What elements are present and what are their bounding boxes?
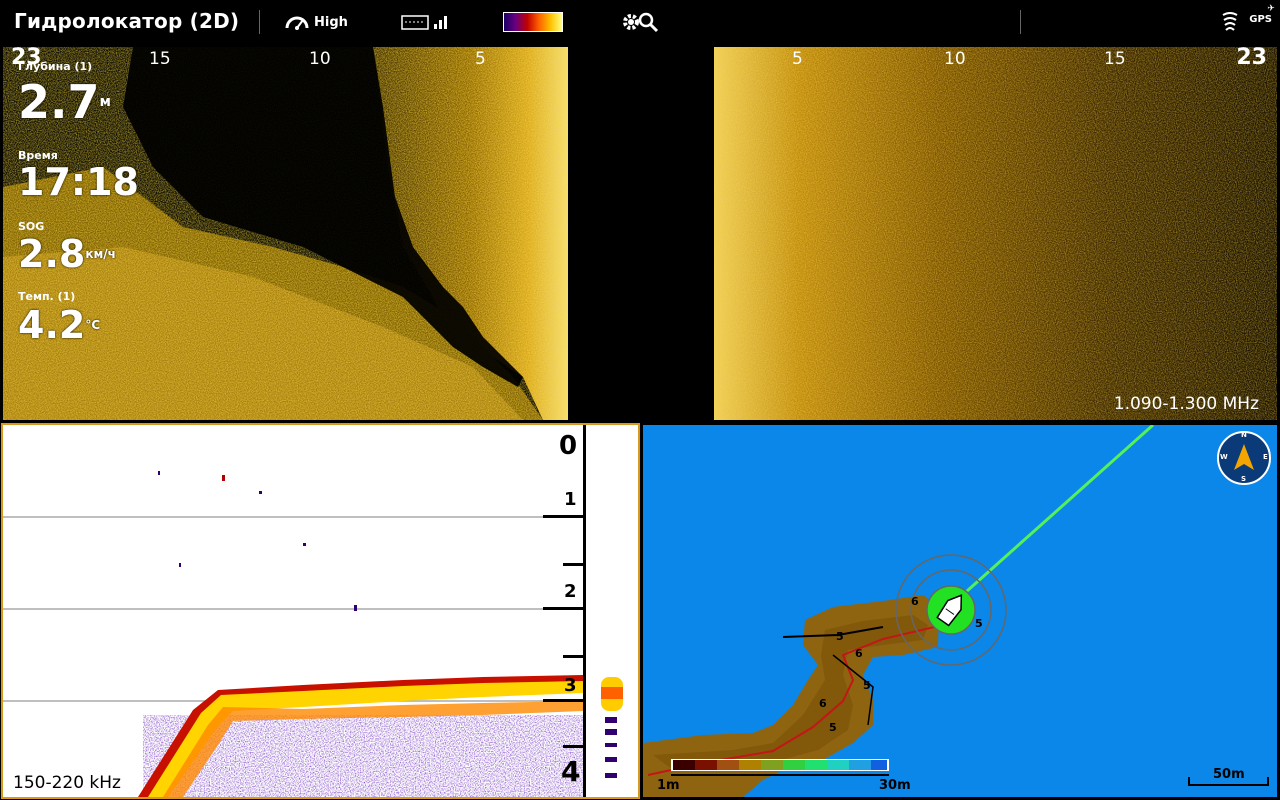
divider — [1020, 10, 1021, 34]
depth-scale-max-label: 30m — [879, 778, 911, 793]
depth-scale-label: 3 — [564, 675, 577, 696]
side-imaging-right-image — [642, 47, 1277, 420]
sonar-status-button[interactable] — [1220, 10, 1240, 34]
display-mode-button[interactable] — [400, 10, 448, 34]
contour-label: 5 — [829, 721, 837, 734]
compass-east-label: E — [1263, 453, 1268, 461]
depth-scale-label: 0 — [559, 431, 578, 461]
contour-label: 5 — [975, 617, 983, 630]
depth-tick — [543, 699, 583, 702]
range-tick-label: 10 — [309, 49, 331, 69]
satellite-icon: ✈ — [1267, 4, 1275, 14]
range-max-label: 23 — [1236, 47, 1267, 70]
map-image — [643, 425, 1277, 797]
depth-scale-label: 4 — [561, 755, 581, 788]
scale-bar-label: 50m — [1213, 767, 1245, 782]
chart-map-view[interactable]: N E S W 5 6 5 6 5 6 5 1m 30m 50m — [643, 425, 1277, 797]
compass-south-label: S — [1241, 475, 1247, 483]
gps-status[interactable]: ✈ GPS — [1249, 4, 1275, 25]
temp-value: 4.2°C — [18, 303, 101, 347]
depth-scale-label: 2 — [564, 581, 577, 602]
palette-button[interactable] — [503, 10, 563, 34]
sensitivity-label: High — [314, 14, 348, 30]
contour-label: 5 — [863, 679, 871, 692]
depth-value: 2.7м — [18, 75, 111, 129]
time-value: 17:18 — [18, 160, 139, 204]
depth-scale-label: 1 — [564, 489, 577, 510]
side-imaging-left-view[interactable]: 23 15 10 5 Глубина (1) 2.7м Время 17:18 … — [3, 47, 638, 420]
sonar-transducer-icon — [1222, 12, 1238, 31]
range-tick-label: 5 — [475, 49, 486, 69]
range-tick-label: 15 — [1104, 49, 1126, 69]
search-settings-button[interactable] — [620, 10, 662, 34]
contour-label: 6 — [911, 595, 919, 608]
compass-west-label: W — [1220, 453, 1228, 461]
depth-scale-min-label: 1m — [657, 778, 680, 793]
depth-label: Глубина (1) — [18, 60, 93, 73]
depth-tick — [543, 515, 583, 518]
sonar-2d-view[interactable]: 0 1 2 3 4 150-220 kHz — [1, 423, 640, 799]
sonar-2d-image — [3, 425, 638, 797]
contour-label: 6 — [855, 647, 863, 660]
sonar-view-icon — [401, 15, 447, 30]
range-tick-label: 5 — [792, 49, 803, 69]
contour-label: 5 — [836, 630, 844, 643]
frequency-label: 1.090-1.300 MHz — [1113, 394, 1259, 414]
range-tick-label: 15 — [149, 49, 171, 69]
top-bar: Гидролокатор (2D) High ✈ GPS — [0, 0, 1280, 44]
divider — [259, 10, 260, 34]
depth-tick — [563, 563, 583, 566]
speedometer-icon — [285, 16, 309, 30]
range-tick-label: 10 — [944, 49, 966, 69]
frequency-label: 150-220 kHz — [10, 773, 124, 793]
depth-tick — [563, 655, 583, 658]
depth-tick — [543, 607, 583, 610]
gps-label: GPS — [1249, 14, 1272, 25]
palette-swatch-icon — [503, 12, 563, 32]
compass-north-label: N — [1241, 431, 1247, 439]
temp-label: Темп. (1) — [18, 290, 76, 303]
sensitivity-button[interactable]: High — [285, 10, 348, 34]
depth-tick — [563, 745, 583, 748]
gear-search-icon — [623, 12, 659, 33]
sog-value: 2.8км/ч — [18, 232, 116, 276]
side-imaging-right-view[interactable]: 5 10 15 23 1.090-1.300 MHz — [642, 47, 1277, 420]
page-title: Гидролокатор (2D) — [14, 9, 240, 33]
contour-label: 6 — [819, 697, 827, 710]
